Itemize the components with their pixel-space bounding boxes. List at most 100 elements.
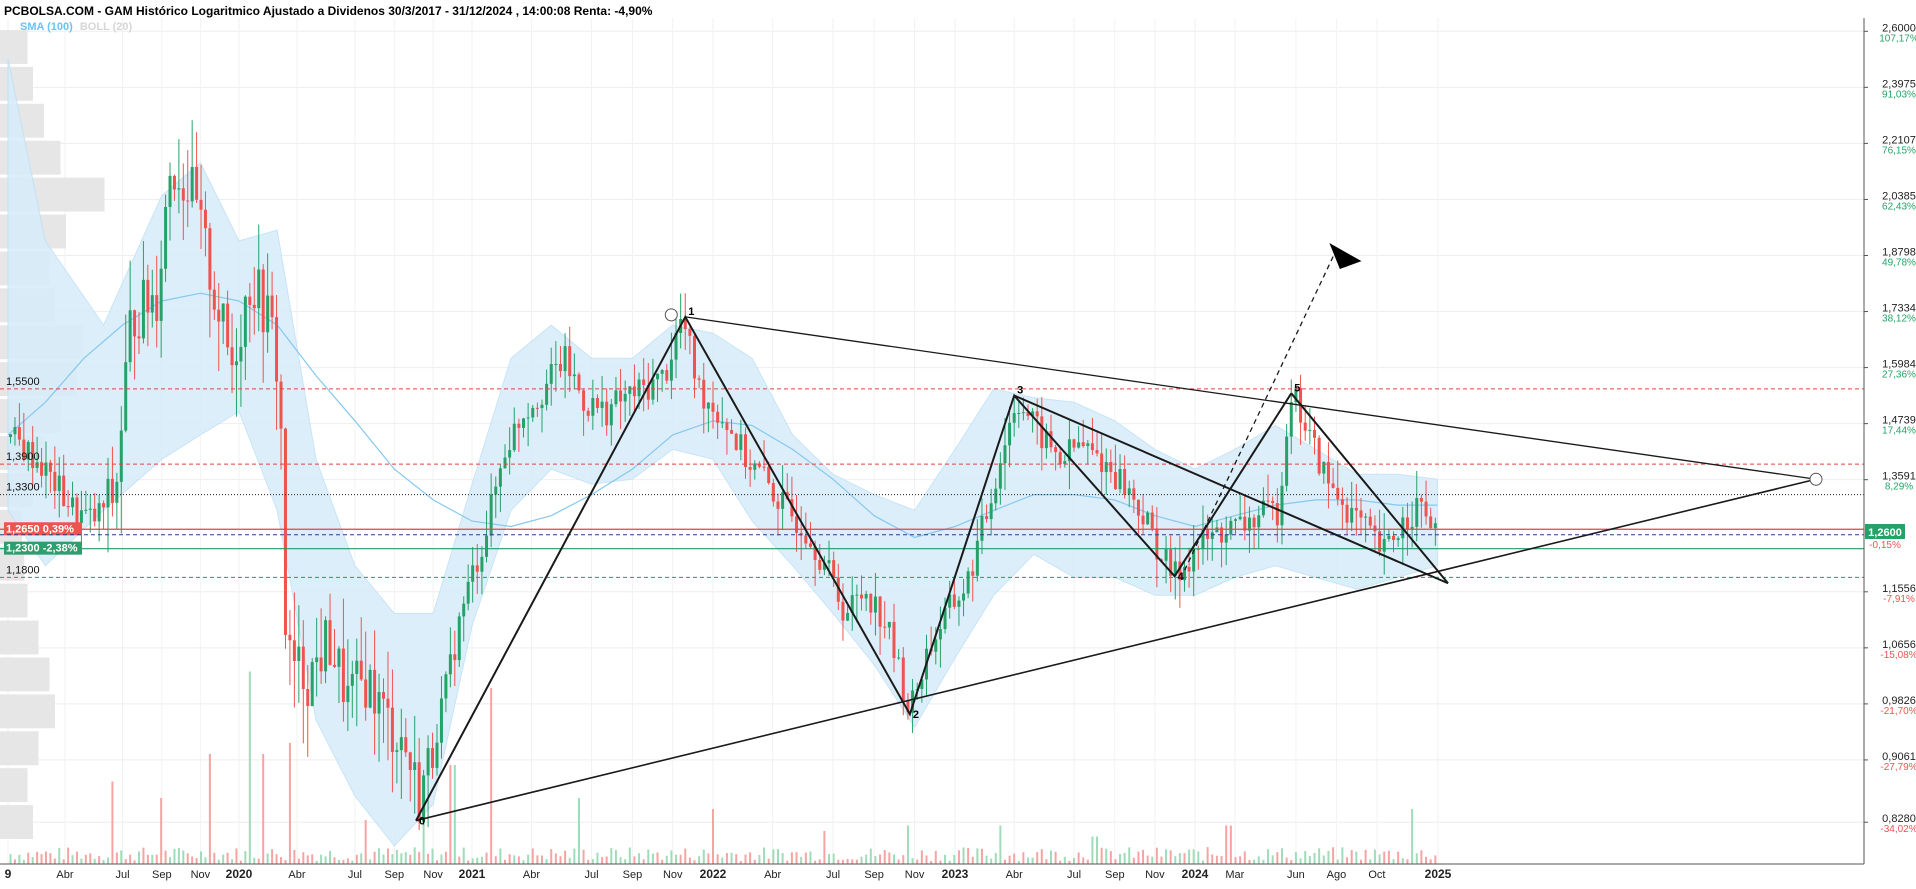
volume-bar [1257,856,1260,864]
volume-bar [266,853,269,864]
candle-body [1326,462,1330,484]
volume-bar [619,857,622,864]
candle-body [53,471,57,491]
candle-body [159,268,163,321]
volume-bar [471,858,474,864]
candle-body [239,346,243,362]
candle-body [776,501,780,509]
volume-bar [1392,859,1395,864]
volume-bar [1355,851,1358,864]
candle-body [808,543,812,547]
volume-bar [257,858,260,864]
volume-bar [1045,859,1048,864]
candle-body [1419,497,1423,502]
volume-bar [111,781,114,864]
level-label: 1,2650 0,39% [6,523,74,535]
candle-body [827,560,831,564]
volume-bar [182,850,185,864]
volume-bar [1183,853,1186,864]
volume-bar [1211,854,1214,864]
volume-bar [1178,853,1181,864]
candle-body [1008,422,1012,446]
volume-bar [1215,855,1218,864]
candle-body [860,594,864,599]
volume-bar [462,847,465,864]
volume-bar [499,848,502,864]
time-tick-label: Sep [623,869,643,881]
candle-body [471,565,475,582]
volume-bar [693,860,696,864]
volume-bar [698,856,701,864]
volume-bar [504,859,507,864]
volume-bar [920,850,923,864]
candle-body [651,379,655,400]
volume-bar [776,849,779,864]
volume-bar [9,854,12,864]
candle-body [535,407,539,409]
volume-bar [851,859,854,864]
volume-bar [1220,855,1223,864]
volume-bar [458,856,461,864]
time-tick-label: Sep [864,869,884,881]
legend-boll[interactable]: BOLL (20) [80,21,132,33]
volume-bar [373,851,376,864]
candle-body [1234,519,1237,521]
candle-body [1308,429,1312,431]
volume-bar [1165,849,1168,864]
candle-body [485,535,489,557]
candle-body [582,390,586,411]
candle-body [1364,516,1368,518]
volume-bar [191,856,194,864]
volume-bar [893,854,896,864]
candle-body [795,516,799,533]
volume-bar [823,831,826,864]
volume-bar [44,851,47,864]
candle-body [1210,532,1214,539]
volume-bar [146,854,149,864]
legend-sma[interactable]: SMA (100) [20,21,73,33]
volume-bar [18,854,21,864]
volume-bar [934,850,937,864]
volume-bar [1225,825,1228,864]
candle-body [614,390,618,405]
candle-body [619,390,623,402]
wave-label: 5 [1294,382,1300,394]
volume-bar [800,856,803,864]
candle-body [540,404,544,409]
volume-bar [98,856,101,864]
volume-bar [897,859,900,864]
volume-bar [1146,855,1149,864]
indicator-legend: SMA (100) BOLL (20) [20,21,132,33]
volume-bar [846,858,849,864]
volume-bar [1415,853,1418,864]
candle-body [869,593,873,613]
candle-body [720,422,724,424]
candle-body [841,601,845,621]
volume-bar [1128,847,1131,864]
candle-body [133,310,137,337]
candle-body [66,506,70,508]
volume-bar [994,852,997,864]
time-tick-label: 2022 [700,867,727,881]
candle-body [771,483,775,502]
time-tick-label: Sep [152,869,172,881]
candle-body [128,310,132,363]
volume-bar [124,859,127,864]
candle-body [346,685,350,703]
time-tick-label: Nov [663,869,683,881]
volume-bar [725,853,728,864]
volume-bar [1026,857,1029,864]
volume-bar [1369,859,1372,864]
candle-body [386,698,390,708]
candle-body [1266,500,1270,502]
volume-bar [1322,855,1325,864]
pct-tick-label: 8,29% [1885,482,1913,493]
price-chart[interactable]: 1,5500 1,3900 1,3300 1,2650 0,39% 1,2300 -2,… [0,0,1916,884]
volume-profile-bar [0,805,33,839]
volume-bar [1169,850,1172,864]
candle-body [75,497,79,523]
volume-bar [587,859,590,864]
candle-body [190,167,194,202]
volume-bar [306,855,309,864]
time-tick-label: Oct [1368,869,1385,881]
